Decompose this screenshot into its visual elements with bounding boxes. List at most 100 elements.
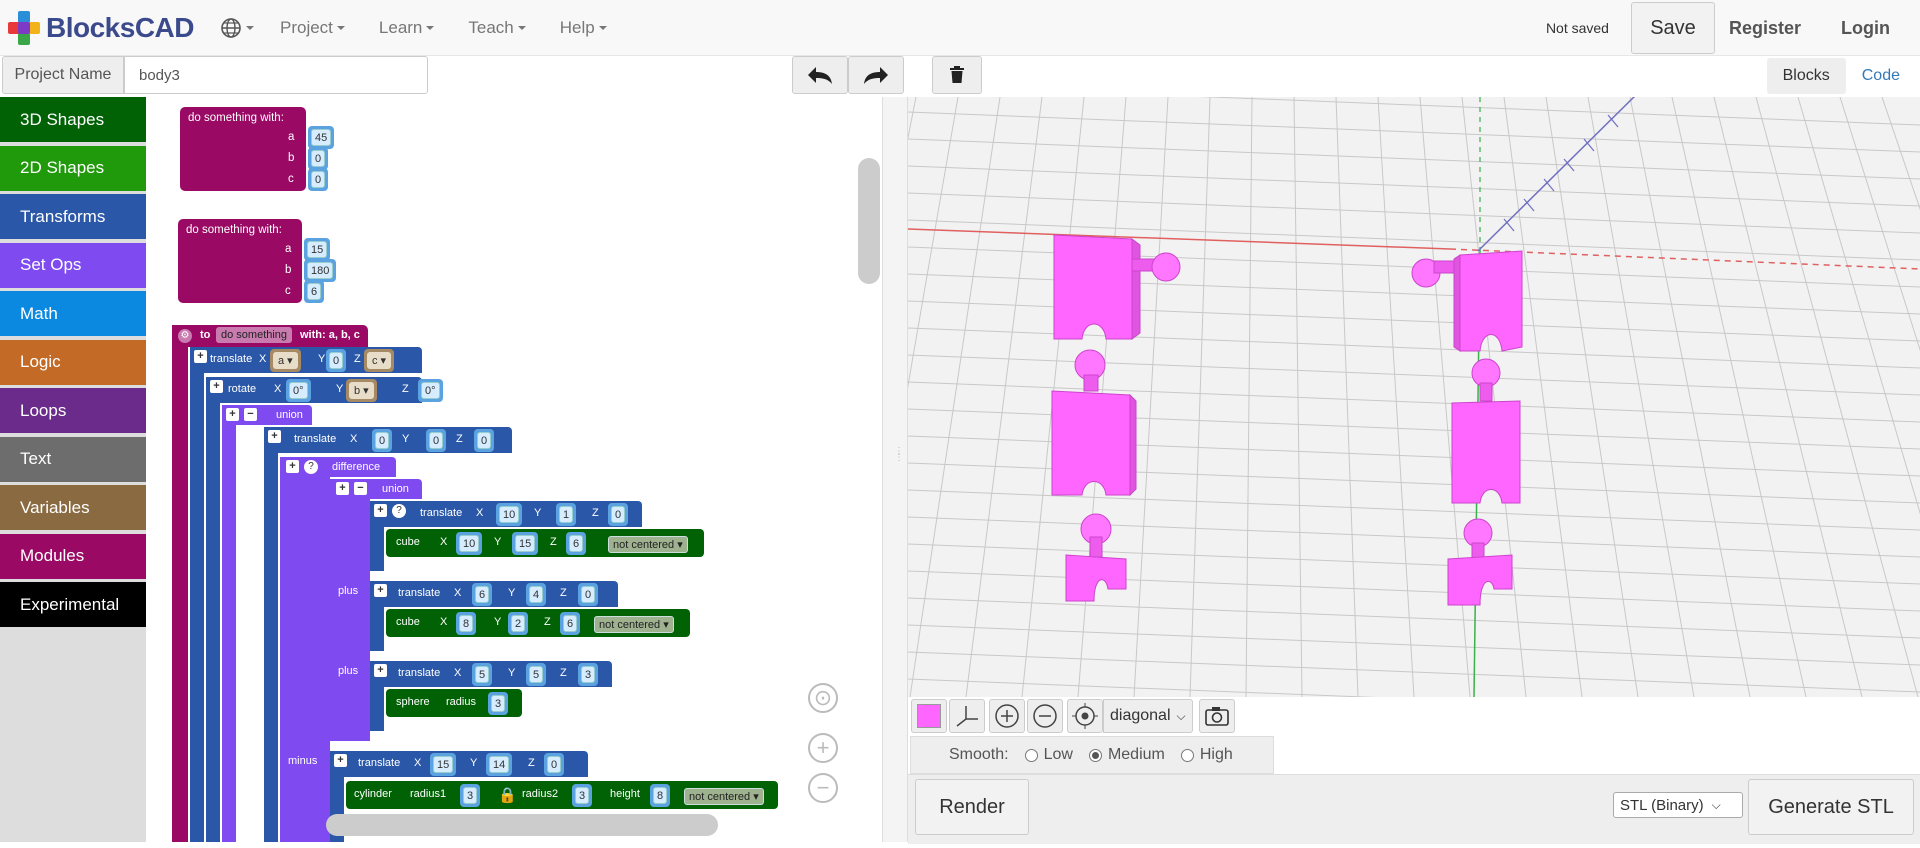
number-input[interactable]: 10	[456, 532, 483, 555]
number-value[interactable]: 10	[459, 535, 480, 552]
number-input[interactable]: 1	[556, 503, 577, 526]
toolbox-category-loops[interactable]: Loops	[0, 388, 146, 433]
number-input[interactable]: 0	[372, 429, 393, 452]
plus-icon[interactable]: +	[336, 482, 349, 495]
lock-icon[interactable]: 🔒	[498, 786, 517, 804]
login-link[interactable]: Login	[1841, 18, 1890, 39]
number-value[interactable]: 0°	[421, 382, 440, 399]
number-input[interactable]: 14	[486, 753, 513, 776]
number-value[interactable]: 15	[307, 241, 328, 258]
plus-icon[interactable]: +	[374, 504, 387, 517]
number-input[interactable]: 3	[488, 692, 509, 715]
number-value[interactable]: 1	[559, 506, 574, 523]
number-input[interactable]: 8	[650, 784, 671, 807]
toolbox-category-experimental[interactable]: Experimental	[0, 582, 146, 627]
zoom-out-button[interactable]	[1027, 699, 1063, 733]
number-input[interactable]: 6	[566, 532, 587, 555]
toolbox-category-set-ops[interactable]: Set Ops	[0, 242, 146, 288]
number-value[interactable]: 6	[475, 586, 490, 603]
redo-button[interactable]	[848, 56, 904, 94]
smooth-high-radio[interactable]	[1180, 748, 1194, 762]
number-value[interactable]: 8	[653, 787, 668, 804]
number-value[interactable]: 2	[511, 615, 526, 632]
axes-toggle-button[interactable]	[949, 699, 985, 733]
plus-icon[interactable]: +	[334, 754, 347, 767]
plus-icon[interactable]: +	[210, 380, 223, 393]
number-value[interactable]: 6	[307, 283, 322, 300]
export-format-select[interactable]: STL (Binary) ⌵	[1613, 792, 1743, 818]
menu-learn[interactable]: Learn	[379, 18, 435, 38]
number-value[interactable]: 3	[575, 787, 590, 804]
number-value[interactable]: 3	[463, 787, 478, 804]
toolbox-category-variables[interactable]: Variables	[0, 485, 146, 530]
plus-icon[interactable]: +	[374, 664, 387, 677]
tab-blocks[interactable]: Blocks	[1766, 58, 1846, 94]
3d-viewer-canvas[interactable]	[908, 97, 1920, 697]
number-input[interactable]: 0	[608, 503, 629, 526]
menu-project[interactable]: Project	[280, 18, 345, 38]
number-input[interactable]: 10	[496, 503, 523, 526]
number-value[interactable]: 45	[311, 129, 332, 146]
clear-button[interactable]	[932, 56, 982, 94]
camera-view-select[interactable]: diagonal ⌵	[1103, 699, 1193, 733]
smooth-medium-radio[interactable]	[1088, 748, 1102, 762]
plus-icon[interactable]: +	[226, 408, 239, 421]
number-input[interactable]: 5	[526, 663, 547, 686]
panel-resize-handle[interactable]: ⋮ ⋮	[882, 97, 908, 842]
workspace-vertical-scrollbar[interactable]	[858, 158, 880, 284]
blocks-workspace[interactable]: do something with: a b c 45 0 0 do somet…	[146, 97, 882, 842]
toolbox-category-modules[interactable]: Modules	[0, 533, 146, 579]
number-input[interactable]: 6	[304, 280, 325, 303]
number-value[interactable]: 0	[547, 756, 562, 773]
number-input[interactable]: 180	[304, 259, 337, 282]
screenshot-button[interactable]	[1198, 699, 1235, 733]
number-value[interactable]: 0	[311, 150, 326, 167]
variable-b[interactable]: b ▾	[346, 379, 377, 402]
module-name-field[interactable]: do something	[216, 327, 293, 343]
number-value[interactable]: 6	[563, 615, 578, 632]
number-value[interactable]: 0	[329, 352, 344, 369]
plus-icon[interactable]: +	[268, 430, 281, 443]
toolbox-category-math[interactable]: Math	[0, 291, 146, 336]
number-value[interactable]: 4	[529, 586, 544, 603]
number-input[interactable]: 15	[304, 238, 331, 261]
number-value[interactable]: 3	[491, 695, 506, 712]
color-picker[interactable]	[911, 699, 947, 733]
number-input[interactable]: 4	[526, 583, 547, 606]
number-input[interactable]: 8	[456, 612, 477, 635]
render-button[interactable]: Render	[915, 779, 1029, 835]
number-value[interactable]: 180	[307, 262, 334, 279]
smooth-low-radio[interactable]	[1024, 748, 1038, 762]
toolbox-category-transforms[interactable]: Transforms	[0, 194, 146, 239]
plus-icon[interactable]: +	[286, 460, 299, 473]
undo-button[interactable]	[792, 56, 848, 94]
zoom-out-icon[interactable]: −	[808, 773, 838, 803]
call-block[interactable]: do something with: a b c	[178, 219, 302, 303]
number-input[interactable]: 3	[578, 663, 599, 686]
number-input[interactable]: 0	[544, 753, 565, 776]
minus-icon[interactable]: −	[354, 482, 367, 495]
save-button[interactable]: Save	[1630, 2, 1715, 54]
number-value[interactable]: 15	[433, 756, 454, 773]
number-value[interactable]: 0	[581, 586, 596, 603]
number-input[interactable]: 0	[308, 168, 329, 191]
number-value[interactable]: 5	[529, 666, 544, 683]
variable-a[interactable]: a ▾	[270, 349, 301, 372]
number-value[interactable]: 0	[611, 506, 626, 523]
number-input[interactable]: 2	[508, 612, 529, 635]
centered-dropdown[interactable]: not centered ▾	[594, 616, 674, 633]
menu-teach[interactable]: Teach	[468, 18, 526, 38]
tab-code[interactable]: Code	[1846, 58, 1916, 94]
number-input[interactable]: 0°	[286, 379, 311, 402]
help-icon[interactable]: ?	[304, 460, 318, 474]
variable-c[interactable]: c ▾	[364, 349, 395, 372]
number-value[interactable]: 15	[515, 535, 536, 552]
plus-icon[interactable]: +	[374, 584, 387, 597]
toolbox-category-logic[interactable]: Logic	[0, 339, 146, 385]
number-value[interactable]: 3	[581, 666, 596, 683]
number-input[interactable]: 0	[308, 147, 329, 170]
number-input[interactable]: 15	[430, 753, 457, 776]
register-link[interactable]: Register	[1729, 18, 1801, 39]
number-input[interactable]: 3	[572, 784, 593, 807]
language-menu[interactable]	[220, 17, 254, 39]
